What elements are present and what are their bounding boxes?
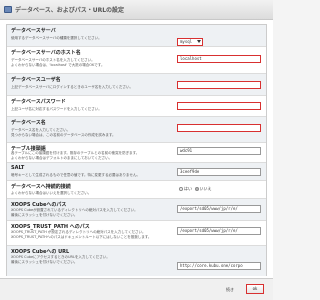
row-salt: SALT 暗号キーとして生成されるもので任意の値です。特に変更する必要はありませ… (7, 163, 266, 181)
trust-path-desc-2: XOOPS_TRUST_PATHへのパスはドキュメントルート以下にはしないことを… (11, 235, 152, 239)
title-bar: データベース、およびパス・URLの設定 (0, 0, 273, 20)
db-server-value: mysql (180, 39, 193, 44)
footer: 続き ok (0, 278, 273, 300)
table-prefix-desc-2: よくわからない場合はデフォルトのままにしておいてください。 (11, 156, 113, 160)
row-xoops-path: XOOPS Cubeへのパス XOOPS Cubeが設置されているディレクトリへ… (7, 199, 266, 221)
persistent-connection-desc: よくわからない場合はいいえを選択してください。 (11, 191, 92, 195)
trust-path-desc-1: XOOPS_TRUST_PATH が設定されるディレクトリへの絶対パスを入力して… (11, 230, 146, 234)
db-host-desc-1: データベースサーバのホスト名を入力してください。 (11, 58, 95, 62)
db-host-input[interactable]: localhost (177, 55, 261, 63)
installer-window: データベース、およびパス・URLの設定 データベースサーバ 使用するデータベース… (0, 0, 273, 300)
next-button[interactable]: ok (246, 284, 264, 294)
row-db-server: データベースサーバ 使用するデータベースサーバの種類を選択してください。 mys… (7, 25, 266, 47)
xoops-path-input[interactable]: /export/sd05/www/jp/r/e/ (177, 205, 261, 213)
row-db-name: データベース名 データベース名を入力してください。 見つからない場合は、この名前… (7, 117, 266, 143)
settings-form: データベースサーバ 使用するデータベースサーバの種類を選択してください。 mys… (6, 24, 267, 276)
db-server-desc: 使用するデータベースサーバの種類を選択してください。 (11, 36, 102, 40)
row-db-user: データベースユーザ名 上記データベースサーバにログインするときのユーザ名を入力し… (7, 74, 266, 96)
row-persistent-connection: データベースへ持続的接続 よくわからない場合はいいえを選択してください。 はい … (7, 181, 266, 199)
db-name-input[interactable] (177, 124, 261, 132)
window-title: データベース、およびパス・URLの設定 (15, 7, 125, 14)
db-host-label: データベースサーバのホスト名 (11, 50, 81, 56)
persistent-connection-radios: はい いいえ (179, 186, 212, 192)
xoops-url-input[interactable]: http://core.kubu.one/corpo (177, 262, 261, 270)
db-password-input[interactable] (177, 102, 261, 110)
db-name-desc-2: 見つからない場合は、この名前のデータベースの作成を試みます。 (11, 133, 116, 137)
radio-no[interactable] (194, 187, 199, 191)
db-password-desc: 上記ユーザ名に対応するパスワードを入力してください。 (11, 107, 102, 111)
row-xoops-url: XOOPS Cubeへの URL XOOPS CubeにアクセスするときのURL… (7, 246, 266, 276)
db-name-desc-1: データベース名を入力してください。 (11, 128, 71, 132)
salt-label: SALT (11, 165, 25, 171)
row-db-host: データベースサーバのホスト名 データベースサーバのホスト名を入力してください。 … (7, 47, 266, 74)
db-server-select[interactable]: mysql (177, 38, 203, 46)
radio-yes-label: はい (184, 186, 192, 191)
row-table-prefix: テーブル接頭語 各テーブルにこの接頭語を付けます。既存のテーブルとの名前の衝突を… (7, 143, 266, 163)
persistent-connection-label: データベースへ持続的接続 (11, 184, 71, 190)
salt-input[interactable]: 3ceef9de (177, 168, 261, 176)
xoops-url-label: XOOPS Cubeへの URL (11, 249, 70, 255)
row-trust-path: XOOPS_TRUST_PATH へのパス XOOPS_TRUST_PATH が… (7, 221, 266, 246)
chevron-down-icon (197, 40, 201, 44)
radio-yes[interactable] (179, 187, 183, 191)
next-label: 続き (226, 287, 234, 292)
xoops-path-label: XOOPS Cubeへのパス (11, 202, 67, 208)
radio-no-label: いいえ (199, 186, 212, 191)
trust-path-input[interactable]: /export/sd05/www/jp/r/e/ (177, 227, 261, 235)
db-user-label: データベースユーザ名 (11, 77, 61, 83)
db-user-input[interactable] (177, 81, 261, 89)
db-server-label: データベースサーバ (11, 28, 56, 34)
salt-desc: 暗号キーとして生成されるもので任意の値です。特に変更する必要はありません。 (11, 173, 140, 177)
db-host-desc-2: よくわからない場合は、'localhost' で大抵の場合OKです。 (11, 63, 105, 67)
xoops-url-desc-1: XOOPS CubeにアクセスするときのURLを入力してください。 (11, 255, 110, 259)
window-icon (4, 6, 12, 13)
xoops-url-desc-2: 最後にスラッシュを付けないでください。 (11, 260, 78, 264)
row-db-password: データベースパスワード 上記ユーザ名に対応するパスワードを入力してください。 (7, 96, 266, 117)
table-prefix-desc-1: 各テーブルにこの接頭語を付けます。既存のテーブルとの名前の衝突を防ぎます。 (11, 151, 140, 155)
table-prefix-input[interactable]: wdc91 (177, 147, 261, 155)
db-user-desc: 上記データベースサーバにログインするときのユーザ名を入力してください。 (11, 85, 134, 89)
xoops-path-desc-1: XOOPS Cubeが設置されているディレクトリへの絶対パスを入力してください。 (11, 208, 138, 212)
db-name-label: データベース名 (11, 120, 46, 126)
xoops-path-desc-2: 最後にスラッシュを付けないでください。 (11, 213, 78, 217)
db-password-label: データベースパスワード (11, 99, 66, 105)
trust-path-label: XOOPS_TRUST_PATH へのパス (11, 224, 90, 230)
